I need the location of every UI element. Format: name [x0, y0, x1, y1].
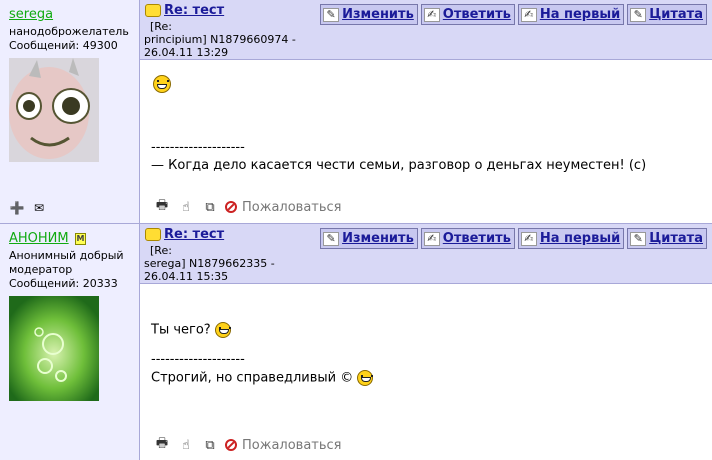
- add-friend-icon[interactable]: ➕: [9, 201, 25, 215]
- quote-icon: ✎: [630, 231, 647, 246]
- avatar: [9, 58, 99, 162]
- reply-ref-line2: serega] N1879662335 -: [144, 257, 275, 270]
- post-subject-link[interactable]: Re: тест: [164, 227, 224, 242]
- post-text: Ты чего?: [151, 322, 231, 338]
- post-body: Ты чего? -------------------- Строгий, н…: [151, 316, 712, 396]
- post-actions: ✎ Изменить ✍ Ответить ✍ На первый ✎ Цитата: [320, 4, 707, 25]
- grin-smiley-icon: [153, 75, 171, 93]
- edit-button[interactable]: ✎ Изменить: [320, 228, 418, 249]
- complain-icon: [225, 439, 237, 451]
- author-panel: АНОНИМ M Анонимный добрый модератор Сооб…: [0, 224, 140, 460]
- post-footer: 🖶 ☝ ⧉ Пожаловаться: [153, 436, 342, 453]
- post-status-icon: [145, 4, 161, 17]
- avatar: [9, 296, 99, 401]
- copy-link-icon[interactable]: ⧉: [201, 199, 219, 215]
- post-body: -------------------- — Когда дело касает…: [151, 72, 712, 202]
- author-panel: serega нанодоброжелатель Сообщений: 4930…: [0, 0, 140, 223]
- edit-button[interactable]: ✎ Изменить: [320, 4, 418, 25]
- author-name[interactable]: serega: [9, 7, 53, 22]
- reply-icon: ✍: [423, 231, 440, 246]
- private-message-icon[interactable]: ✉: [31, 201, 47, 215]
- post-footer: 🖶 ☝ ⧉ Пожаловаться: [153, 198, 342, 215]
- author-rank-line2: модератор: [9, 263, 73, 276]
- grin-smiley-icon: [357, 370, 374, 386]
- quote-button[interactable]: ✎ Цитата: [627, 4, 707, 25]
- post-header: Re: тест [Re: principium] N1879660974 - …: [140, 0, 712, 60]
- author-message-count: Сообщений: 49300: [9, 39, 118, 52]
- post-header: Re: тест [Re: serega] N1879662335 - 26.0…: [140, 224, 712, 284]
- author-name[interactable]: АНОНИМ: [9, 231, 69, 246]
- reply-ref-date: 26.04.11 13:29: [144, 46, 229, 59]
- complain-icon: [225, 201, 237, 213]
- reply-first-button[interactable]: ✍ На первый: [517, 228, 625, 249]
- reply-ref-line2: principium] N1879660974 -: [144, 33, 296, 46]
- print-icon[interactable]: 🖶: [153, 198, 171, 215]
- reply-button[interactable]: ✍ Ответить: [420, 4, 515, 25]
- reply-ref-line1: [Re:: [150, 20, 172, 33]
- vote-icon[interactable]: ☝: [177, 437, 195, 453]
- post: serega нанодоброжелатель Сообщений: 4930…: [0, 0, 712, 223]
- reply-icon: ✍: [423, 7, 440, 22]
- quote-button[interactable]: ✎ Цитата: [627, 228, 707, 249]
- author-rank-line1: Анонимный добрый: [9, 249, 124, 262]
- post: АНОНИМ M Анонимный добрый модератор Сооб…: [0, 224, 712, 460]
- complain-link[interactable]: Пожаловаться: [225, 438, 342, 453]
- copy-link-icon[interactable]: ⧉: [201, 437, 219, 453]
- reply-ref-date: 26.04.11 15:35: [144, 270, 229, 283]
- complain-link[interactable]: Пожаловаться: [225, 200, 342, 215]
- author-message-count: Сообщений: 20333: [9, 277, 118, 290]
- reply-first-icon: ✍: [520, 7, 537, 22]
- signature-divider: --------------------: [151, 140, 245, 155]
- signature-divider: --------------------: [151, 352, 245, 367]
- edit-icon: ✎: [323, 7, 340, 22]
- reply-ref-line1: [Re:: [150, 244, 172, 257]
- author-actions: ➕ ✉: [9, 201, 53, 215]
- edit-icon: ✎: [323, 231, 340, 246]
- print-icon[interactable]: 🖶: [153, 436, 171, 453]
- post-subject-link[interactable]: Re: тест: [164, 3, 224, 18]
- signature-text: Строгий, но справедливый ©: [151, 370, 374, 386]
- reply-first-button[interactable]: ✍ На первый: [517, 4, 625, 25]
- moderator-badge-icon: M: [75, 233, 86, 245]
- reply-first-icon: ✍: [520, 231, 537, 246]
- post-actions: ✎ Изменить ✍ Ответить ✍ На первый ✎ Цитата: [320, 228, 707, 249]
- vote-icon[interactable]: ☝: [177, 199, 195, 215]
- author-rank: нанодоброжелатель: [9, 25, 129, 38]
- quote-icon: ✎: [630, 7, 647, 22]
- reply-button[interactable]: ✍ Ответить: [420, 228, 515, 249]
- post-status-icon: [145, 228, 161, 241]
- signature-text: — Когда дело касается чести семьи, разго…: [151, 158, 647, 173]
- confused-smiley-icon: [214, 322, 231, 338]
